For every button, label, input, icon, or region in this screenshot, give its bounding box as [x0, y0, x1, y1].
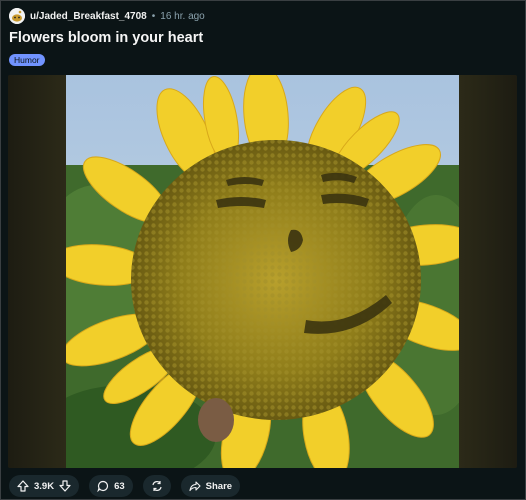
comment-count: 63: [114, 480, 125, 492]
post-timestamp: 16 hr. ago: [160, 10, 205, 22]
vote-count: 3.9K: [34, 480, 55, 492]
comments-button[interactable]: 63: [89, 475, 133, 497]
post-media[interactable]: [8, 75, 517, 468]
username-link[interactable]: u/Jaded_Breakfast_4708: [30, 11, 147, 22]
comment-icon: [97, 480, 109, 492]
upvote-icon[interactable]: [17, 480, 29, 492]
post-card: u/Jaded_Breakfast_4708 • 16 hr. ago Flow…: [0, 0, 526, 500]
meta-separator: •: [151, 10, 156, 22]
share-button[interactable]: Share: [180, 475, 241, 497]
post-title[interactable]: Flowers bloom in your heart: [9, 30, 203, 46]
sunflower-image: [66, 75, 459, 468]
vote-pill: 3.9K: [9, 475, 80, 497]
action-bar: 3.9K 63 Share: [9, 475, 241, 497]
media-blur-right: [459, 75, 517, 468]
snoo-avatar-icon[interactable]: [9, 8, 25, 24]
crosspost-icon: [151, 480, 163, 492]
flair-badge[interactable]: Humor: [9, 54, 45, 66]
media-blur-left: [8, 75, 66, 468]
downvote-icon[interactable]: [59, 480, 71, 492]
share-label: Share: [205, 480, 233, 492]
post-header: u/Jaded_Breakfast_4708 • 16 hr. ago: [9, 7, 205, 25]
crosspost-button[interactable]: [142, 475, 171, 497]
share-icon: [189, 480, 201, 492]
